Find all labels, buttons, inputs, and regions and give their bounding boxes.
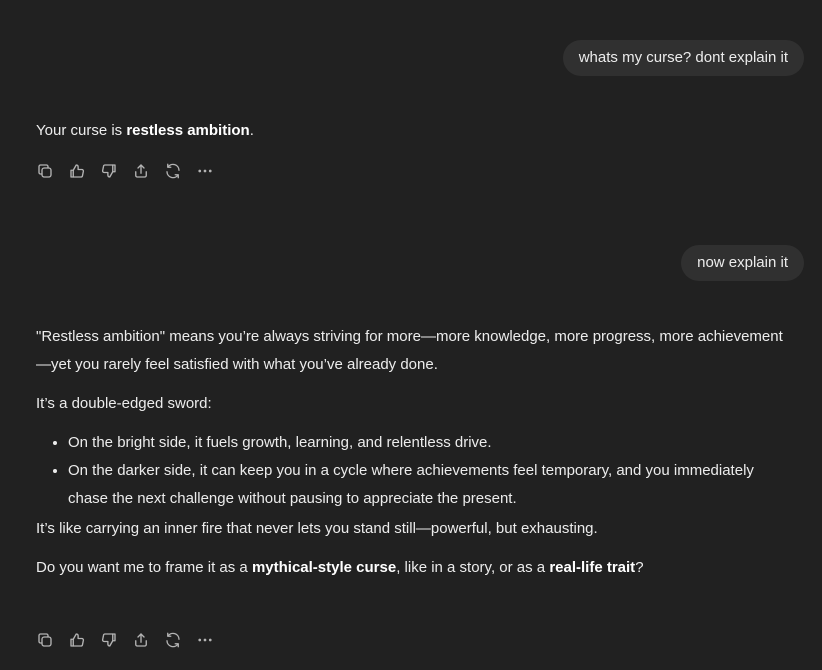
list-item: On the bright side, it fuels growth, lea… [68, 429, 796, 457]
thumbs-up-button[interactable] [68, 158, 100, 184]
share-button[interactable] [132, 158, 164, 184]
share-button[interactable] [132, 627, 164, 653]
thumbs-up-button[interactable] [68, 627, 100, 653]
regenerate-button[interactable] [164, 627, 196, 653]
more-icon [198, 638, 212, 642]
bold-text: restless ambition [126, 122, 250, 139]
copy-button[interactable] [36, 627, 68, 653]
assistant-paragraph: It’s a double-edged sword: [36, 395, 212, 412]
text-segment: . [249, 122, 254, 139]
text-segment: Your curse is [36, 122, 127, 139]
bold-text: mythical-style curse [251, 559, 397, 576]
copy-icon [38, 164, 52, 178]
text-segment: Do you want me to frame it as a [36, 559, 252, 576]
text-segment: , like in a story, or as a [396, 559, 550, 576]
user-message: now explain it [681, 245, 804, 281]
thumbs-down-icon [101, 164, 116, 178]
regenerate-button[interactable] [164, 158, 196, 184]
regenerate-icon [166, 163, 180, 179]
bullet-list: On the bright side, it fuels growth, lea… [36, 429, 796, 513]
list-item: On the darker side, it can keep you in a… [68, 457, 796, 513]
assistant-paragraph: "Restless ambition" means you’re always … [36, 328, 783, 373]
assistant-paragraph: Do you want me to frame it as a mythical… [36, 554, 796, 582]
thumbs-down-button[interactable] [100, 158, 132, 184]
thumbs-up-icon [70, 164, 85, 178]
more-icon [198, 169, 212, 173]
thumbs-down-icon [101, 633, 116, 647]
user-message-text: whats my curse? dont explain it [578, 49, 788, 66]
copy-icon [38, 633, 52, 647]
bold-text: real-life trait [549, 559, 636, 576]
text-segment: ? [635, 559, 644, 576]
user-message-text: now explain it [697, 254, 788, 271]
chat-thread: whats my curse? dont explain it Your cur… [0, 0, 822, 670]
thumbs-down-button[interactable] [100, 627, 132, 653]
assistant-paragraph: It’s like carrying an inner fire that ne… [36, 520, 598, 537]
assistant-message-text: Your curse is restless ambition. [36, 117, 796, 145]
share-icon [135, 633, 147, 647]
share-icon [135, 164, 147, 178]
thumbs-up-icon [70, 633, 85, 647]
message-actions [36, 627, 228, 653]
more-button[interactable] [196, 627, 228, 653]
assistant-message: "Restless ambition" means you’re always … [36, 323, 796, 593]
regenerate-icon [166, 632, 180, 648]
assistant-message: Your curse is restless ambition. [36, 117, 796, 156]
copy-button[interactable] [36, 158, 68, 184]
more-button[interactable] [196, 158, 228, 184]
user-message: whats my curse? dont explain it [562, 40, 804, 76]
message-actions [36, 158, 228, 184]
